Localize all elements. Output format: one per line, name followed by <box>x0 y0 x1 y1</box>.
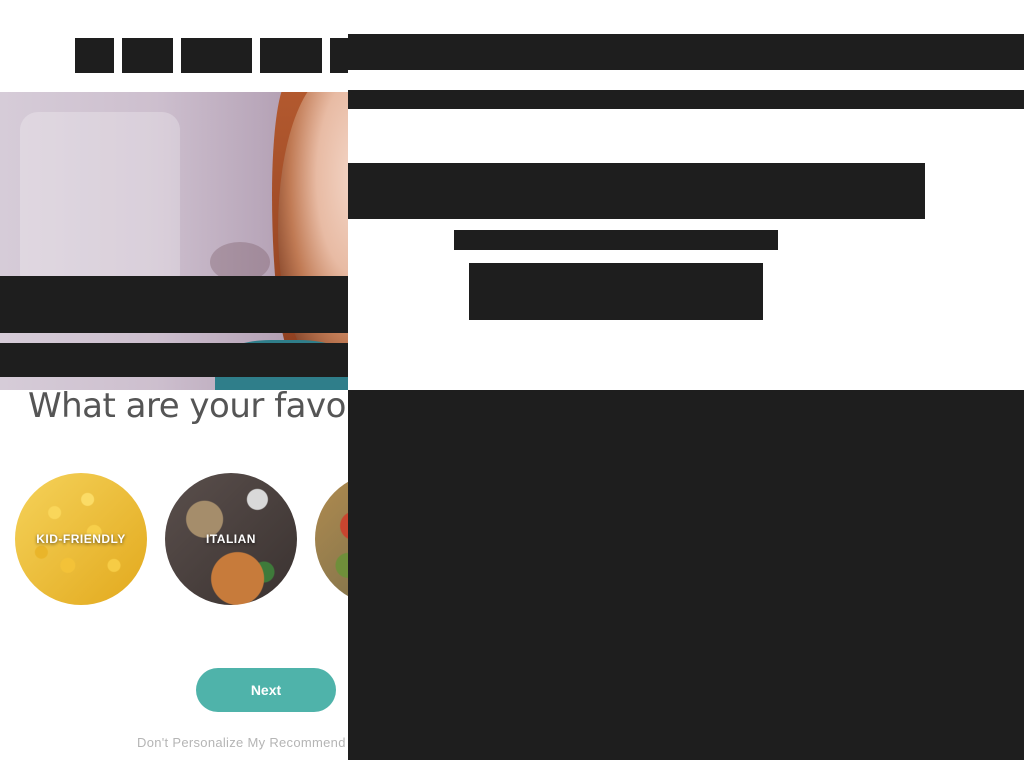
next-button[interactable]: Next <box>196 668 336 712</box>
modal-action-button-redacted[interactable] <box>469 263 763 320</box>
modal-text-redacted <box>454 230 778 250</box>
modal-title-redacted <box>348 163 925 219</box>
hero-subtitle-redacted <box>0 343 348 377</box>
nav-item-redacted[interactable] <box>75 38 114 73</box>
page: What are your favorite KID-FRIENDLY ITAL… <box>0 0 1024 768</box>
category-label: KID-FRIENDLY <box>36 532 126 546</box>
modal-header-redacted <box>348 34 1024 70</box>
category-label: ITALIAN <box>206 532 256 546</box>
category-kid-friendly[interactable]: KID-FRIENDLY <box>15 473 147 605</box>
skip-personalization-link[interactable]: Don't Personalize My Recommend <box>137 735 346 750</box>
nav-item-redacted[interactable] <box>260 38 322 73</box>
category-italian[interactable]: ITALIAN <box>165 473 297 605</box>
modal-panel <box>348 0 1024 390</box>
nav-item-redacted[interactable] <box>122 38 173 73</box>
modal-dark-region-redacted <box>348 390 1024 760</box>
modal-subheader-redacted <box>348 90 1024 109</box>
hero-background-blur <box>20 112 180 292</box>
favorites-question: What are your favorite <box>28 386 402 426</box>
hero-title-redacted <box>0 276 348 333</box>
nav-item-redacted[interactable] <box>181 38 252 73</box>
